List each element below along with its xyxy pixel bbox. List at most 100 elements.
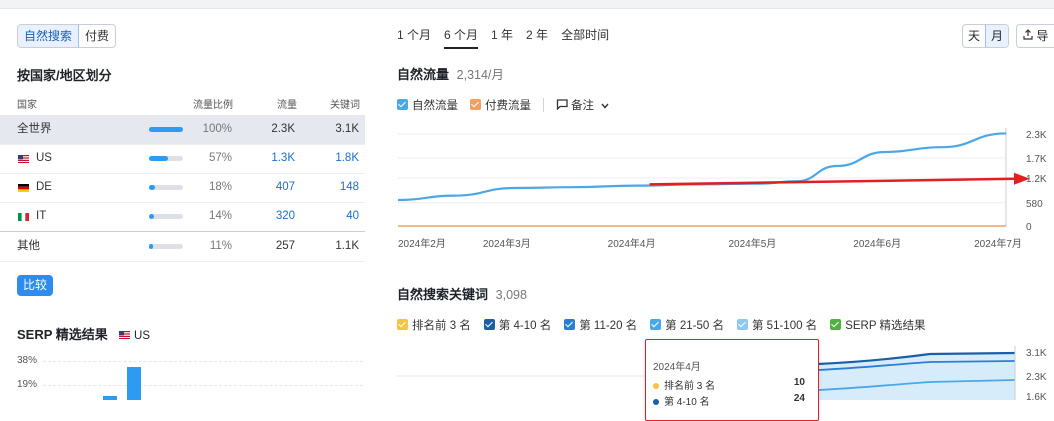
tooltip-value: 10: [793, 377, 805, 388]
legend-paid[interactable]: 付费流量: [470, 97, 531, 113]
x-tick-label: 2024年4月: [608, 237, 656, 250]
serp-title-text: SERP 精选结果: [17, 327, 108, 342]
col-share[interactable]: 流量比例: [193, 96, 233, 111]
compare-button[interactable]: 比较: [17, 275, 53, 296]
y-tick-label: 2.3K: [1026, 130, 1047, 141]
tooltip-label: 排名前 3 名: [664, 381, 716, 392]
tab-paid[interactable]: 付费: [79, 25, 115, 47]
serp-gridline: [43, 385, 363, 386]
checkbox-icon: [736, 319, 748, 330]
x-tick-label: 2024年6月: [853, 237, 901, 250]
legend-label: 第 21-50 名: [665, 320, 724, 332]
col-keywords[interactable]: 关键词: [330, 96, 360, 111]
legend-21-50[interactable]: 第 21-50 名: [650, 317, 724, 333]
country-name: IT: [36, 210, 47, 222]
table-row[interactable]: DE 18% 407 148: [0, 173, 365, 203]
y-tick: 2.3K: [1026, 372, 1047, 383]
chart-tooltip: 2024年4月 排名前 3 名 10 第 4-10 名 24: [645, 339, 819, 421]
checkbox-icon: [564, 319, 576, 330]
granularity-day[interactable]: 天: [963, 25, 985, 47]
table-row[interactable]: 其他 11% 257 1.1K: [0, 231, 365, 262]
checkbox-icon: [830, 319, 842, 330]
serp-bar: [103, 396, 117, 400]
tooltip-row: 排名前 3 名 10: [653, 377, 805, 392]
x-tick-label: 2024年2月: [398, 237, 446, 250]
keywords-legend: 排名前 3 名 第 4-10 名 第 11-20 名 第 21-50 名 第 5…: [397, 317, 926, 333]
traffic-chart[interactable]: 2.3K 1.7K 1.2K 580 0 2024年2月 2024年3月 2024年4月 202…: [390, 122, 1054, 254]
table-row[interactable]: US 57% 1.3K 1.8K: [0, 144, 365, 174]
country-name: 全世界: [17, 123, 52, 135]
checkbox-icon: [397, 319, 408, 330]
period-2y[interactable]: 2 年: [526, 26, 548, 49]
keywords-title-text: 自然搜索关键词: [397, 287, 489, 302]
country-name: DE: [36, 181, 52, 193]
x-tick-label: 2024年3月: [483, 237, 531, 250]
share-bar: [149, 185, 183, 190]
legend-top3[interactable]: 排名前 3 名: [397, 317, 471, 333]
keywords-value: 3,098: [495, 288, 527, 302]
share-bar: [149, 244, 183, 249]
keywords-link[interactable]: 1.8K: [310, 144, 359, 173]
period-1m[interactable]: 1 个月: [397, 26, 431, 49]
traffic-title-text: 自然流量: [397, 67, 450, 82]
dot-icon: [653, 383, 659, 389]
traffic-link[interactable]: 320: [250, 202, 295, 231]
legend-label: 排名前 3 名: [412, 320, 471, 332]
keywords-link[interactable]: 148: [310, 173, 359, 202]
export-button[interactable]: 导: [1016, 24, 1054, 48]
table-row[interactable]: 全世界 100% 2.3K 3.1K: [0, 115, 365, 145]
serp-bar: [127, 367, 141, 400]
granularity-toggle: 天 月: [962, 24, 1009, 48]
legend-paid-label: 付费流量: [485, 100, 531, 112]
granularity-month[interactable]: 月: [985, 25, 1008, 47]
share-value: 14%: [208, 210, 232, 222]
share-value: 57%: [208, 152, 232, 164]
y-tick: 1.6K: [1026, 392, 1047, 400]
checkbox-icon: [483, 319, 495, 330]
period-6m[interactable]: 6 个月: [444, 26, 479, 49]
keywords-value: 1.1K: [335, 240, 359, 252]
period-1y[interactable]: 1 年: [491, 26, 513, 49]
x-tick-label: 2024年7月: [974, 237, 1022, 250]
serp-y-tick: 38%: [17, 355, 38, 366]
traffic-link[interactable]: 1.3K: [250, 144, 295, 173]
table-row[interactable]: IT 14% 320 40: [0, 202, 365, 232]
export-label: 导: [1036, 29, 1049, 43]
chevron-down-icon: [601, 103, 609, 109]
keywords-link[interactable]: 40: [310, 202, 359, 231]
series-organic-line: [397, 132, 1007, 202]
notes-dropdown[interactable]: 备注: [556, 97, 609, 113]
notes-label: 备注: [571, 100, 594, 112]
y-tick: 3.1K: [1026, 348, 1047, 359]
legend-label: 第 51-100 名: [751, 320, 818, 332]
legend-label: 第 11-20 名: [579, 320, 638, 332]
share-bar: [149, 156, 183, 161]
share-value: 11%: [209, 240, 232, 252]
serp-y-tick: 19%: [17, 379, 38, 390]
serp-gridline: [43, 361, 363, 362]
annotation-arrow: [649, 177, 1015, 186]
us-flag-icon: [119, 331, 131, 339]
traffic-link[interactable]: 407: [250, 173, 295, 202]
share-bar: [149, 214, 183, 219]
upload-icon: [1023, 25, 1033, 47]
serp-region: US: [134, 330, 151, 342]
legend-4-10[interactable]: 第 4-10 名: [483, 317, 552, 333]
serp-title: SERP 精选结果 US: [17, 324, 150, 343]
legend-organic[interactable]: 自然流量: [397, 97, 458, 113]
legend-label: 第 4-10 名: [498, 320, 552, 332]
col-traffic[interactable]: 流量: [277, 96, 297, 111]
share-value: 100%: [202, 123, 232, 135]
keywords-title: 自然搜索关键词 3,098: [397, 284, 527, 303]
period-all[interactable]: 全部时间: [561, 26, 609, 49]
tab-organic-search[interactable]: 自然搜索: [18, 25, 80, 47]
traffic-legend: 自然流量 付费流量 备注: [397, 97, 609, 113]
legend-11-20[interactable]: 第 11-20 名: [564, 317, 637, 333]
it-flag-icon: [18, 213, 29, 221]
y-tick-label: 580: [1026, 199, 1043, 210]
x-tick-label: 2024年5月: [728, 237, 776, 250]
legend-organic-label: 自然流量: [412, 100, 458, 112]
legend-51-100[interactable]: 第 51-100 名: [736, 317, 818, 333]
legend-serp[interactable]: SERP 精选结果: [830, 317, 926, 333]
tooltip-label: 第 4-10 名: [664, 397, 710, 408]
